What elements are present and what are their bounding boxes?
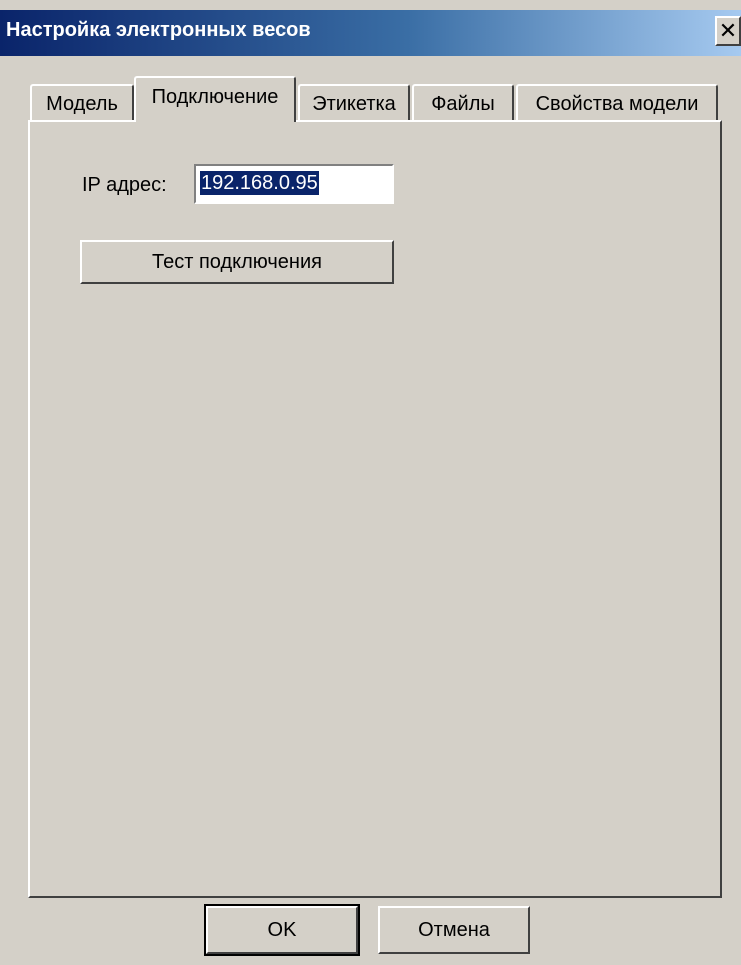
connection-panel: IP адрес: 192.168.0.95 Тест подключения xyxy=(28,120,722,898)
tab-model[interactable]: Модель xyxy=(30,84,134,122)
tab-model-properties[interactable]: Свойства модели xyxy=(516,84,718,122)
close-button[interactable]: ✕ xyxy=(715,16,741,46)
cancel-button[interactable]: Отмена xyxy=(378,906,530,954)
ip-address-label: IP адрес: xyxy=(82,174,167,196)
tab-label-settings[interactable]: Этикетка xyxy=(298,84,410,122)
ok-button[interactable]: OK xyxy=(204,904,360,956)
settings-dialog: Настройка электронных весов ✕ Модель Под… xyxy=(0,0,741,965)
tab-label: Свойства модели xyxy=(535,92,699,115)
test-connection-button[interactable]: Тест подключения xyxy=(80,240,394,284)
window-title: Настройка электронных весов xyxy=(6,19,311,41)
tab-label: Подключение xyxy=(151,85,279,108)
tab-files[interactable]: Файлы xyxy=(412,84,514,122)
tab-label: Этикетка xyxy=(312,92,396,115)
ip-address-input[interactable]: 192.168.0.95 xyxy=(194,164,394,204)
ip-address-value: 192.168.0.95 xyxy=(200,171,319,195)
close-icon: ✕ xyxy=(718,18,738,43)
tab-label: Файлы xyxy=(431,92,495,115)
tab-label: Модель xyxy=(46,92,118,115)
tab-connection[interactable]: Подключение xyxy=(134,76,296,122)
title-bar[interactable]: Настройка электронных весов ✕ xyxy=(0,10,741,56)
